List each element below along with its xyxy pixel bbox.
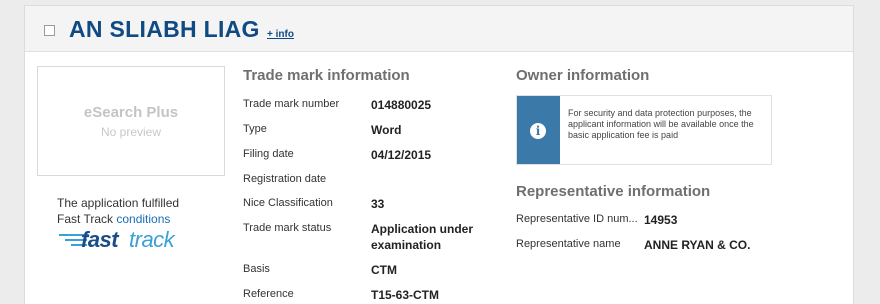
fast-track-logo: fast track [59, 225, 191, 257]
basis-label: Basis [243, 263, 270, 275]
notice-bar: i [517, 96, 560, 164]
registration-date-label: Registration date [243, 173, 327, 185]
trade-mark-card: AN SLIABH LIAG + info eSearch Plus No pr… [24, 5, 854, 304]
conditions-link[interactable]: conditions [116, 212, 170, 226]
filing-date-value: 04/12/2015 [371, 148, 432, 162]
image-preview: eSearch Plus No preview [37, 66, 225, 176]
type-value: Word [371, 123, 402, 137]
representative-name-label: Representative name [516, 238, 621, 250]
representative-id-value: 14953 [644, 213, 678, 227]
representative-info-heading: Representative information [516, 183, 711, 200]
notice-text: For security and data protection purpose… [568, 108, 754, 140]
fast-track-logo-word-track: track [129, 227, 175, 252]
nice-classification-value: 33 [371, 197, 385, 211]
select-checkbox[interactable] [44, 25, 55, 36]
reference-value: T15-63-CTM [371, 288, 440, 302]
nice-classification-label: Nice Classification [243, 197, 333, 209]
info-icon: i [530, 123, 546, 139]
filing-date-label: Filing date [243, 148, 294, 160]
trade-mark-number-label: Trade mark number [243, 98, 340, 110]
security-notice: i For security and data protection purpo… [516, 95, 772, 165]
trade-mark-title[interactable]: AN SLIABH LIAG [69, 16, 260, 43]
representative-name-value[interactable]: ANNE RYAN & CO. [644, 237, 750, 253]
trade-mark-number-value: 014880025 [371, 98, 432, 112]
fast-track-note: The application fulfilled Fast Track con… [57, 195, 227, 227]
info-link[interactable]: + info [267, 29, 294, 40]
representative-id-label: Representative ID num... [516, 213, 638, 225]
fast-track-text-line1: The application fulfilled [57, 196, 180, 210]
basis-value: CTM [371, 263, 397, 277]
trade-mark-status-label: Trade mark status [243, 222, 332, 234]
fast-track-logo-word-fast: fast [81, 227, 119, 252]
owner-info-heading: Owner information [516, 67, 650, 84]
preview-subtitle: No preview [100, 125, 162, 139]
preview-title: eSearch Plus [83, 104, 179, 121]
type-label: Type [243, 123, 267, 135]
trade-mark-status-value: Application under examination [371, 222, 473, 252]
fast-track-text-line2: Fast Track [57, 212, 114, 226]
reference-label: Reference [243, 288, 294, 300]
trade-mark-info-heading: Trade mark information [243, 67, 410, 84]
card-header: AN SLIABH LIAG + info [25, 6, 853, 52]
